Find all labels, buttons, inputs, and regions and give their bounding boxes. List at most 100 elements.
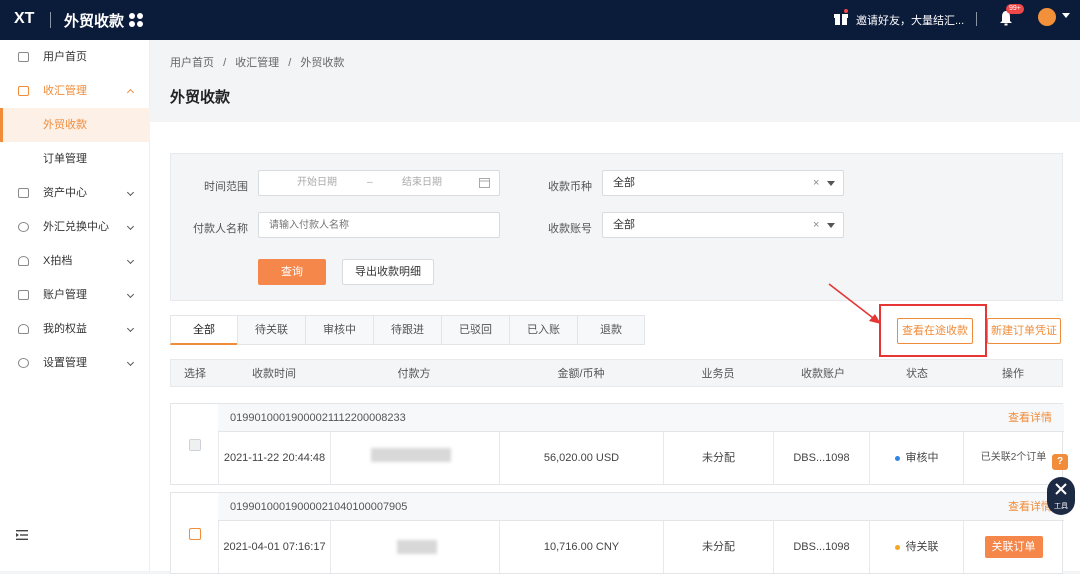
tools-button[interactable]: 工具 [1047, 477, 1075, 515]
table-header: 选择 收款时间 付款方 金额/币种 业务员 收款账户 状态 操作 [170, 359, 1063, 387]
wrench-icon [1055, 483, 1067, 495]
receipt-time: 2021-11-22 20:44:48 [218, 432, 330, 484]
sidebar-item-fx-exchange[interactable]: 外汇兑换中心 [0, 210, 150, 244]
link-order-button[interactable]: 关联订单 [984, 536, 1043, 558]
order-number: 01990100019000021112200008233 [230, 412, 406, 424]
chevron-down-icon [126, 188, 135, 197]
sidebar: 用户首页 收汇管理 外贸收款 订单管理 资产中心 外汇兑换中心 X拍档 账户管理… [0, 40, 150, 571]
date-range-picker[interactable]: 开始日期 – 结束日期 [258, 170, 500, 196]
payer-input[interactable] [258, 212, 500, 238]
clear-icon[interactable]: × [813, 171, 819, 195]
breadcrumb: 用户首页 / 收汇管理 / 外贸收款 [170, 54, 350, 70]
top-bar: XT 外贸收款 邀请好友，大量结汇... 99+ [0, 0, 1080, 40]
col-operation: 操作 [1002, 368, 1024, 380]
payer-cell [330, 521, 499, 573]
view-detail-link[interactable]: 查看详情 [1008, 493, 1052, 521]
linked-orders[interactable]: 已关联2个订单 [963, 432, 1063, 484]
export-button[interactable]: 导出收款明细 [342, 259, 434, 285]
view-in-transit-button[interactable]: 查看在途收款 [897, 318, 973, 344]
sidebar-item-trade-receipt[interactable]: 外贸收款 [0, 108, 150, 142]
tools-label: 工具 [1054, 503, 1068, 510]
view-detail-link[interactable]: 查看详情 [1008, 404, 1052, 432]
query-button[interactable]: 查询 [258, 259, 326, 285]
clear-icon[interactable]: × [813, 213, 819, 237]
sidebar-item-account[interactable]: 账户管理 [0, 278, 150, 312]
sidebar-item-benefits[interactable]: 我的权益 [0, 312, 150, 346]
apps-grid-icon[interactable] [128, 12, 144, 28]
chevron-down-icon [126, 222, 135, 231]
account-select[interactable]: 全部 × [602, 212, 844, 238]
currency-value: 全部 [613, 177, 635, 189]
sidebar-item-label: 设置管理 [43, 357, 87, 369]
sidebar-item-label: X拍档 [43, 255, 73, 267]
gift-icon[interactable] [833, 9, 849, 25]
caret-down-icon [827, 181, 835, 186]
new-order-voucher-button[interactable]: 新建订单凭证 [987, 318, 1061, 344]
sidebar-item-assets[interactable]: 资产中心 [0, 176, 150, 210]
account-cell: DBS...1098 [773, 432, 869, 484]
sidebar-item-label: 订单管理 [43, 153, 87, 165]
table-row: 01990100019000021040100007905 查看详情 2021-… [170, 492, 1064, 574]
sidebar-item-label: 我的权益 [43, 323, 87, 335]
start-date-field[interactable]: 开始日期 [297, 171, 337, 195]
col-status: 状态 [906, 368, 928, 380]
sidebar-item-orders[interactable]: 订单管理 [0, 142, 150, 176]
breadcrumb-separator: / [223, 57, 227, 69]
divider [976, 12, 977, 26]
tab-credited[interactable]: 已入账 [509, 315, 578, 345]
monitor-icon [18, 52, 29, 62]
chevron-down-icon [126, 324, 135, 333]
range-separator: – [367, 177, 373, 188]
account-cell: DBS...1098 [773, 521, 869, 573]
chevron-down-icon[interactable] [1062, 13, 1070, 18]
salesperson-cell: 未分配 [663, 432, 773, 484]
chevron-up-icon [126, 88, 135, 97]
status-dot [894, 455, 900, 461]
col-payer: 付款方 [397, 368, 431, 380]
card-icon [18, 290, 29, 300]
user-icon [18, 256, 29, 266]
breadcrumb-home[interactable]: 用户首页 [170, 57, 214, 69]
sidebar-item-label: 收汇管理 [43, 85, 87, 97]
end-date-field[interactable]: 结束日期 [402, 171, 442, 195]
tab-all[interactable]: 全部 [170, 315, 238, 345]
sidebar-item-label: 用户首页 [43, 51, 87, 63]
payer-cell [330, 432, 499, 484]
chevron-down-icon [126, 256, 135, 265]
row-checkbox[interactable] [189, 528, 201, 540]
sidebar-item-label: 外汇兑换中心 [43, 221, 109, 233]
amount-cell: 56,020.00 USD [499, 432, 663, 484]
sidebar-item-home[interactable]: 用户首页 [0, 40, 150, 74]
sidebar-item-partner[interactable]: X拍档 [0, 244, 150, 278]
status-badge: 审核中 [905, 452, 939, 464]
invite-link[interactable]: 邀请好友，大量结汇... [856, 12, 964, 28]
order-number: 01990100019000021040100007905 [230, 501, 408, 513]
row-checkbox[interactable] [189, 439, 201, 451]
tab-reviewing[interactable]: 审核中 [305, 315, 374, 345]
col-salesperson: 业务员 [701, 368, 735, 380]
page-title: 外贸收款 [170, 89, 231, 106]
tab-follow-up[interactable]: 待跟进 [373, 315, 442, 345]
avatar[interactable] [1038, 8, 1056, 26]
currency-select[interactable]: 全部 × [602, 170, 844, 196]
chevron-down-icon [126, 290, 135, 299]
tab-refund[interactable]: 退款 [577, 315, 645, 345]
status-cell: 审核中 [869, 432, 963, 484]
calendar-icon [479, 178, 490, 188]
sidebar-item-settings[interactable]: 设置管理 [0, 346, 150, 380]
mail-icon [18, 86, 29, 96]
breadcrumb-current: 外贸收款 [300, 57, 345, 69]
account-label: 收款账号 [548, 223, 592, 235]
sidebar-item-label: 资产中心 [43, 187, 87, 199]
logo[interactable]: XT [14, 10, 34, 28]
sidebar-item-collection[interactable]: 收汇管理 [0, 74, 150, 108]
col-account: 收款账户 [801, 368, 845, 380]
sidebar-item-label: 外贸收款 [43, 119, 87, 131]
breadcrumb-section[interactable]: 收汇管理 [235, 57, 279, 69]
help-button[interactable]: ? [1052, 454, 1068, 470]
person-icon [18, 324, 29, 334]
row-header: 01990100019000021112200008233 查看详情 [218, 404, 1064, 432]
tab-rejected[interactable]: 已驳回 [441, 315, 510, 345]
tab-pending-link[interactable]: 待关联 [237, 315, 306, 345]
collapse-menu-icon[interactable] [16, 530, 28, 540]
